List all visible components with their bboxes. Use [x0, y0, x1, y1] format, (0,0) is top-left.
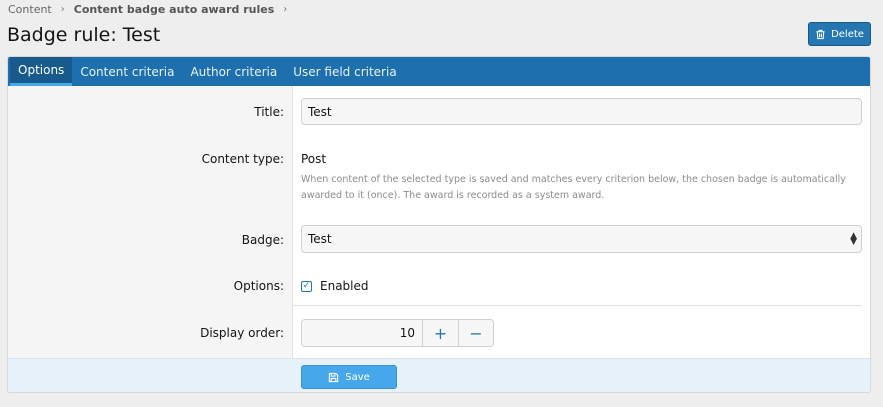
save-button-label: Save [345, 371, 370, 383]
minus-icon[interactable]: − [458, 320, 493, 346]
display-order-stepper: 10 + − [301, 319, 494, 347]
content-type-value: Post [301, 152, 327, 166]
save-button[interactable]: Save [301, 365, 397, 389]
chevron-right-icon: › [283, 4, 288, 15]
breadcrumb-item-content[interactable]: Content [8, 3, 52, 16]
title-input[interactable]: Test [301, 98, 862, 125]
save-icon [329, 372, 339, 382]
divider [293, 305, 862, 306]
breadcrumb-item-rules[interactable]: Content badge auto award rules [74, 3, 275, 16]
rule-form-panel: Options Content criteria Author criteria… [7, 56, 871, 393]
tab-bar: Options Content criteria Author criteria… [8, 57, 870, 86]
display-order-input[interactable]: 10 [302, 320, 423, 346]
delete-button[interactable]: Delete [808, 22, 871, 46]
tab-options[interactable]: Options [10, 57, 73, 86]
badge-select-value: Test [308, 232, 332, 246]
content-type-explain: When content of the selected type is sav… [301, 174, 846, 201]
badge-select[interactable]: Test ▲ ▼ [301, 225, 862, 253]
title-label: Title: [254, 105, 284, 119]
plus-icon[interactable]: + [423, 320, 458, 346]
badge-label: Badge: [241, 233, 284, 247]
breadcrumb: Content › Content badge auto award rules… [8, 3, 296, 16]
content-type-label: Content type: [201, 152, 284, 166]
tab-author-criteria[interactable]: Author criteria [182, 57, 285, 86]
tab-user-field-criteria[interactable]: User field criteria [285, 57, 404, 86]
enabled-checkbox-row[interactable]: ✓ Enabled [301, 279, 369, 293]
trash-icon [816, 29, 825, 39]
label-column [8, 86, 293, 358]
delete-button-label: Delete [831, 28, 864, 40]
submit-bar: Save [8, 358, 870, 392]
tab-content-criteria[interactable]: Content criteria [72, 57, 182, 86]
form-body: Title: Test Content type: Post When cont… [8, 86, 870, 358]
enabled-checkbox[interactable]: ✓ [301, 280, 312, 292]
chevron-right-icon: › [60, 4, 65, 15]
display-order-label: Display order: [200, 326, 284, 340]
select-arrows-icon: ▲ ▼ [850, 231, 857, 247]
enabled-checkbox-label: Enabled [320, 279, 369, 293]
page-title: Badge rule: Test [7, 24, 161, 46]
options-label: Options: [233, 279, 284, 293]
